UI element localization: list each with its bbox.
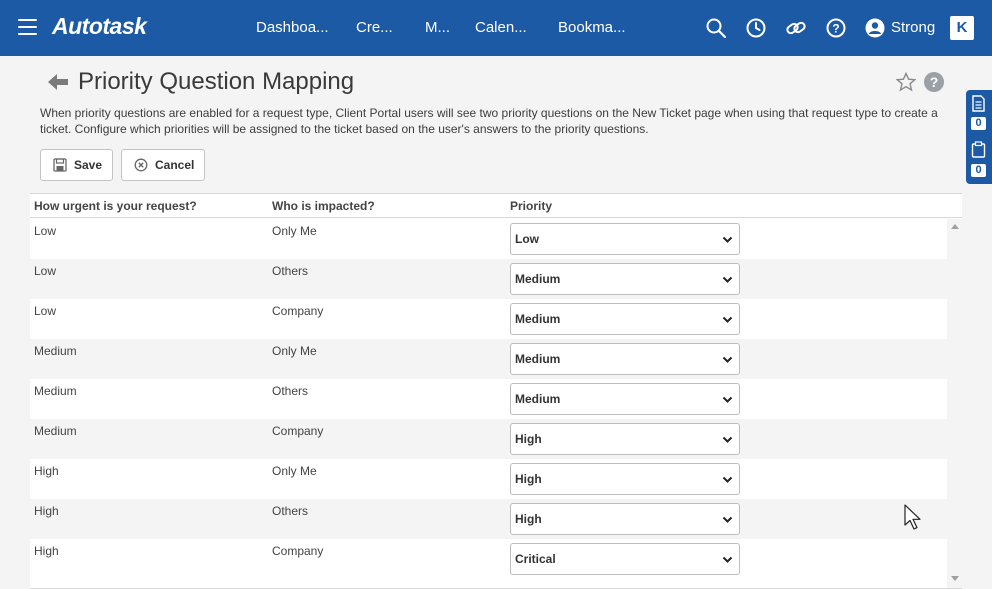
chevron-down-icon: [722, 436, 733, 443]
table-row: High Only Me High: [30, 459, 947, 499]
impacted-cell: Others: [272, 384, 309, 398]
mouse-cursor-icon: [904, 504, 921, 530]
priority-select-value: High: [515, 432, 542, 446]
priority-select-value: High: [515, 512, 542, 526]
chevron-down-icon: [722, 356, 733, 363]
chevron-down-icon: [722, 516, 733, 523]
cancel-circle-icon: [134, 158, 148, 172]
urgency-cell: High: [34, 544, 59, 558]
impacted-cell: Others: [272, 504, 309, 518]
impacted-cell: Company: [272, 544, 324, 558]
table-row: Low Only Me Low: [30, 219, 947, 259]
urgency-cell: Medium: [34, 384, 77, 398]
table-row: Low Company Medium: [30, 299, 947, 339]
star-icon[interactable]: [896, 72, 916, 92]
urgency-cell: High: [34, 504, 59, 518]
document-count-badge: 0: [971, 117, 986, 130]
urgency-cell: Low: [34, 224, 57, 238]
cancel-button[interactable]: Cancel: [121, 149, 205, 181]
urgency-cell: Low: [34, 304, 57, 318]
chevron-down-icon: [722, 396, 733, 403]
priority-select-value: Medium: [515, 392, 561, 406]
column-header-priority: Priority: [510, 199, 553, 213]
column-header-impacted: Who is impacted?: [272, 199, 375, 213]
scroll-up-arrow-icon[interactable]: [951, 224, 959, 229]
impacted-cell: Company: [272, 304, 324, 318]
priority-select[interactable]: High: [510, 423, 740, 455]
priority-select-value: Low: [515, 232, 539, 246]
priority-select[interactable]: Medium: [510, 383, 740, 415]
urgency-cell: Medium: [34, 424, 77, 438]
priority-select[interactable]: Medium: [510, 343, 740, 375]
table-row: Medium Others Medium: [30, 379, 947, 419]
user-icon[interactable]: [864, 17, 886, 39]
table-header: How urgent is your request? Who is impac…: [30, 194, 962, 218]
nav-calendar[interactable]: Calen...: [475, 19, 527, 36]
priority-select[interactable]: Critical: [510, 543, 740, 575]
page-title: Priority Question Mapping: [78, 68, 355, 95]
column-header-urgency: How urgent is your request?: [34, 199, 197, 213]
link-icon[interactable]: [785, 17, 807, 39]
search-icon[interactable]: [705, 17, 727, 39]
priority-select-value: Medium: [515, 272, 561, 286]
kaseya-logo-icon[interactable]: K: [950, 16, 974, 40]
impacted-cell: Others: [272, 264, 309, 278]
cancel-label: Cancel: [155, 158, 195, 172]
table-row: Medium Only Me Medium: [30, 339, 947, 379]
impacted-cell: Only Me: [272, 344, 317, 358]
table-row: Medium Company High: [30, 419, 947, 459]
floppy-disk-icon: [53, 158, 67, 172]
clock-icon[interactable]: [745, 17, 767, 39]
priority-select-value: Medium: [515, 312, 561, 326]
urgency-cell: Medium: [34, 344, 77, 358]
autotask-logo[interactable]: Autotask: [52, 13, 147, 40]
clipboard-count-badge: 0: [971, 164, 986, 177]
urgency-cell: Low: [34, 264, 57, 278]
user-name[interactable]: Strong: [891, 19, 935, 36]
impacted-cell: Company: [272, 424, 324, 438]
priority-select-value: Medium: [515, 352, 561, 366]
page-description: When priority questions are enabled for …: [40, 106, 938, 136]
urgency-cell: High: [34, 464, 59, 478]
table-row: High Company Critical: [30, 539, 947, 579]
chevron-down-icon: [722, 476, 733, 483]
priority-select[interactable]: High: [510, 463, 740, 495]
impacted-cell: Only Me: [272, 224, 317, 238]
clipboard-icon[interactable]: [971, 141, 986, 158]
nav-bookmarks[interactable]: Bookma...: [558, 19, 626, 36]
nav-dashboard[interactable]: Dashboa...: [256, 19, 329, 36]
save-button[interactable]: Save: [40, 149, 113, 181]
chevron-down-icon: [722, 276, 733, 283]
back-arrow-icon[interactable]: [47, 72, 69, 92]
chevron-down-icon: [722, 236, 733, 243]
table-row: High Others High: [30, 499, 947, 539]
nav-m[interactable]: M...: [425, 19, 450, 36]
svg-text:?: ?: [832, 22, 839, 36]
table-row: Low Others Medium: [30, 259, 947, 299]
priority-select[interactable]: Medium: [510, 303, 740, 335]
side-panel: 0 0: [966, 90, 992, 184]
priority-select[interactable]: Medium: [510, 263, 740, 295]
help-circle-icon[interactable]: ?: [825, 17, 847, 39]
nav-create[interactable]: Cre...: [356, 19, 393, 36]
document-icon[interactable]: [971, 95, 986, 112]
priority-mapping-table: How urgent is your request? Who is impac…: [30, 193, 962, 589]
priority-select[interactable]: Low: [510, 223, 740, 255]
vertical-scrollbar[interactable]: [947, 219, 962, 589]
priority-select[interactable]: High: [510, 503, 740, 535]
scroll-down-arrow-icon[interactable]: [951, 576, 959, 581]
impacted-cell: Only Me: [272, 464, 317, 478]
hamburger-menu-icon[interactable]: [18, 19, 37, 37]
chevron-down-icon: [722, 556, 733, 563]
priority-select-value: Critical: [515, 552, 556, 566]
save-label: Save: [74, 158, 103, 172]
help-icon[interactable]: ?: [924, 72, 944, 92]
chevron-down-icon: [722, 316, 733, 323]
priority-select-value: High: [515, 472, 542, 486]
top-nav-bar: Autotask Dashboa... Cre... M... Calen...…: [0, 0, 992, 56]
